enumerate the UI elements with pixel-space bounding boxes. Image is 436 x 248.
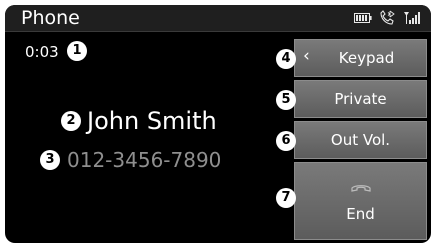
hang-up-icon <box>350 179 372 197</box>
bluetooth-phone-icon <box>379 10 396 25</box>
private-button[interactable]: Private <box>294 80 427 118</box>
marker-7: 7 <box>276 188 296 208</box>
chevron-left-icon: ‹ <box>303 46 310 66</box>
caller-name: John Smith <box>87 107 217 135</box>
out-vol-label: Out Vol. <box>330 131 391 149</box>
marker-6: 6 <box>276 131 296 151</box>
keypad-label: Keypad <box>338 49 395 67</box>
keypad-button[interactable]: Keypad <box>294 39 427 77</box>
marker-1: 1 <box>67 41 87 61</box>
out-vol-button[interactable]: Out Vol. <box>294 121 427 159</box>
app-title: Phone <box>21 7 80 29</box>
phone-screen: Phone 0:03 1 2 John Smith 3 012-3456-789… <box>5 5 431 243</box>
battery-icon <box>354 12 372 24</box>
signal-strength-icon <box>403 11 423 25</box>
call-duration: 0:03 <box>25 43 59 61</box>
end-label: End <box>346 205 375 223</box>
caller-number: 012-3456-7890 <box>67 148 222 172</box>
status-icons <box>354 10 423 25</box>
header-bar: Phone <box>5 5 431 32</box>
private-label: Private <box>334 90 387 108</box>
end-call-button[interactable]: End <box>294 162 427 240</box>
marker-4: 4 <box>276 49 296 69</box>
marker-2: 2 <box>61 111 81 131</box>
marker-3: 3 <box>40 150 60 170</box>
marker-5: 5 <box>276 90 296 110</box>
